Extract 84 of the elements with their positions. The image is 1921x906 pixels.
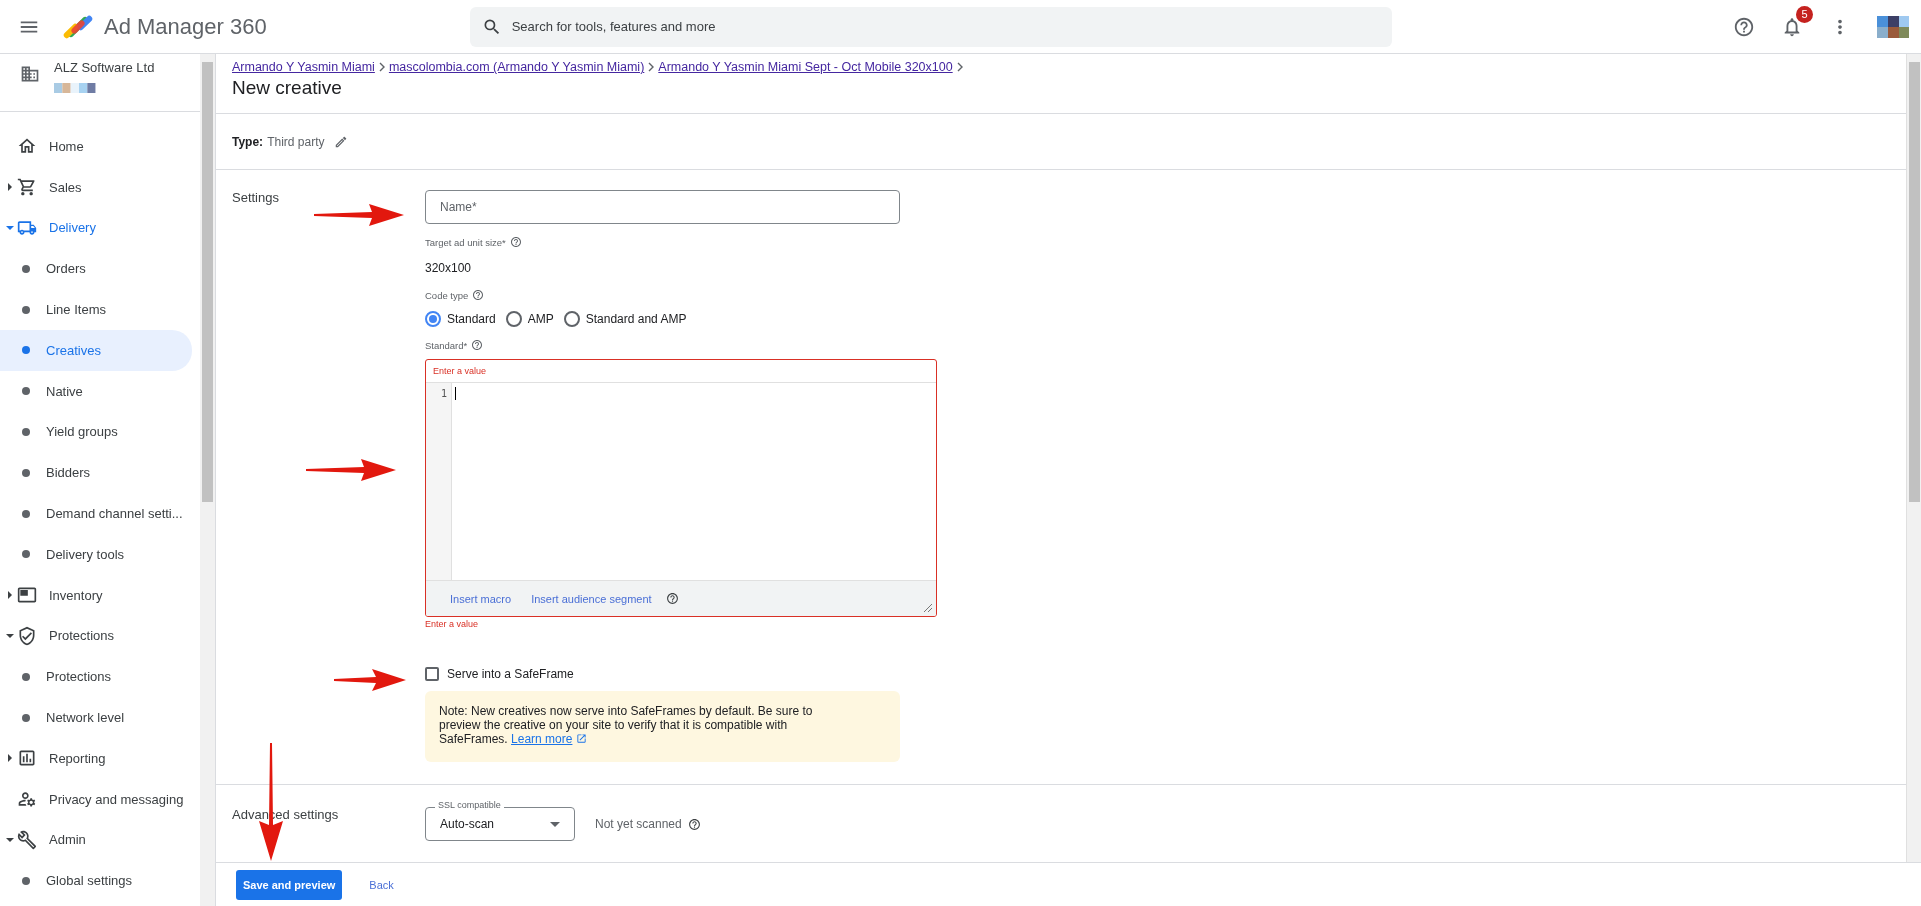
sidebar-item[interactable]: Line Items bbox=[0, 289, 200, 330]
nav-icon bbox=[17, 585, 37, 606]
nav-icon bbox=[17, 789, 37, 810]
name-field[interactable]: Name* bbox=[425, 190, 900, 224]
sidebar-item[interactable]: Bidders bbox=[0, 452, 200, 494]
sidebar-item[interactable]: Creatives bbox=[0, 330, 192, 371]
page-title: New creative bbox=[232, 77, 343, 99]
nav-icon bbox=[17, 748, 37, 769]
checkbox-label: Serve into a SafeFrame bbox=[447, 667, 574, 681]
dropdown-icon bbox=[550, 821, 560, 827]
help-icon bbox=[665, 592, 679, 605]
edit-icon[interactable] bbox=[334, 134, 349, 149]
account-name: ALZ Software Ltd bbox=[54, 60, 155, 75]
notifications-button[interactable]: 5 bbox=[1779, 5, 1813, 40]
breadcrumb-link[interactable]: Armando Y Yasmin Miami bbox=[232, 60, 375, 74]
sidebar-item[interactable]: Inventory bbox=[0, 574, 200, 616]
help-icon bbox=[472, 289, 485, 301]
radio-button[interactable] bbox=[563, 311, 580, 327]
sidebar-item[interactable]: Yield groups bbox=[0, 411, 200, 453]
help-icon bbox=[509, 236, 522, 248]
help-icon bbox=[687, 817, 701, 831]
size-value: 320x100 bbox=[425, 261, 472, 275]
text-cursor bbox=[455, 387, 456, 400]
type-label: Type: bbox=[232, 134, 264, 149]
sidebar-item[interactable]: Sales bbox=[0, 166, 200, 208]
field-label: SSL compatible bbox=[435, 800, 504, 810]
breadcrumb-link[interactable]: Armando Y Yasmin Miami Sept - Oct Mobile 320x100 bbox=[658, 60, 953, 74]
checkbox[interactable] bbox=[425, 667, 439, 681]
caret-icon bbox=[6, 633, 14, 638]
chevron-icon bbox=[377, 62, 386, 72]
radio-label: Standard bbox=[447, 312, 496, 326]
back-button[interactable]: Back bbox=[362, 869, 401, 900]
radio-button[interactable] bbox=[505, 311, 522, 327]
error-message: Enter a value bbox=[426, 360, 936, 383]
notification-badge: 5 bbox=[1796, 5, 1813, 23]
insert-link[interactable]: Insert audience segment bbox=[531, 592, 652, 605]
external-link-icon bbox=[575, 733, 587, 744]
field-label: Code type bbox=[425, 289, 469, 301]
code-editor[interactable]: Enter a value 1 Insert macro Insert audience segment bbox=[425, 359, 937, 617]
line-number: 1 bbox=[426, 383, 452, 580]
sidebar-item[interactable]: Global settings bbox=[0, 860, 200, 902]
caret-icon bbox=[8, 591, 12, 600]
app-title: Ad Manager 360 bbox=[104, 13, 267, 40]
section-heading: Settings bbox=[232, 190, 279, 205]
radio-button[interactable] bbox=[425, 311, 441, 327]
chevron-icon bbox=[647, 62, 656, 72]
sidebar-item[interactable]: Reporting bbox=[0, 737, 200, 779]
search-field[interactable]: Search for tools, features and more bbox=[469, 6, 1392, 47]
resize-handle-icon[interactable] bbox=[923, 603, 933, 613]
caret-icon bbox=[6, 837, 14, 842]
sidebar-item[interactable]: Delivery tools bbox=[0, 533, 200, 575]
scan-status: Not yet scanned bbox=[595, 817, 682, 831]
learn-more-link[interactable]: Learn more bbox=[511, 732, 573, 746]
sidebar-item[interactable]: Home bbox=[0, 126, 200, 167]
type-value: Third party bbox=[267, 134, 325, 149]
caret-icon bbox=[8, 754, 12, 763]
save-button[interactable]: Save and preview bbox=[236, 869, 343, 900]
note-text: Note: New creatives now serve into SafeFrames by default. Be sure to preview the creative on your site to verify that it is compatible with SafeFrames. Learn more bbox=[439, 704, 813, 746]
sidebar-item[interactable]: Demand channel setti... bbox=[0, 493, 200, 534]
nav-icon bbox=[17, 625, 37, 646]
sidebar-item[interactable]: Native bbox=[0, 370, 200, 412]
nav-icon bbox=[17, 177, 37, 198]
help-icon[interactable] bbox=[1733, 15, 1755, 38]
radio-label: AMP bbox=[527, 312, 554, 326]
error-message: Enter a value bbox=[425, 619, 479, 629]
field-label: Standard* bbox=[425, 339, 468, 351]
caret-icon bbox=[6, 226, 14, 230]
sidebar-item[interactable]: Orders bbox=[0, 248, 200, 290]
field-label: Target ad unit size* bbox=[425, 236, 506, 248]
sidebar-item[interactable]: Protections bbox=[0, 656, 200, 698]
sidebar-item[interactable]: Admin bbox=[0, 819, 200, 861]
building-icon bbox=[20, 64, 40, 84]
annotation-arrow bbox=[334, 669, 406, 691]
insert-link[interactable]: Insert macro bbox=[450, 592, 512, 605]
nav-icon bbox=[17, 829, 37, 850]
sidebar-item[interactable]: Delivery bbox=[0, 207, 200, 249]
sidebar-item[interactable]: Privacy and messaging bbox=[0, 778, 200, 820]
caret-icon bbox=[8, 183, 12, 192]
sidebar-item[interactable]: Network level bbox=[0, 697, 200, 738]
sidebar-item[interactable]: Protections bbox=[0, 615, 200, 657]
chevron-icon bbox=[955, 62, 964, 72]
breadcrumb-link[interactable]: mascolombia.com (Armando Y Yasmin Miami) bbox=[388, 60, 645, 74]
help-icon bbox=[471, 339, 484, 351]
radio-label: Standard and AMP bbox=[585, 312, 687, 326]
